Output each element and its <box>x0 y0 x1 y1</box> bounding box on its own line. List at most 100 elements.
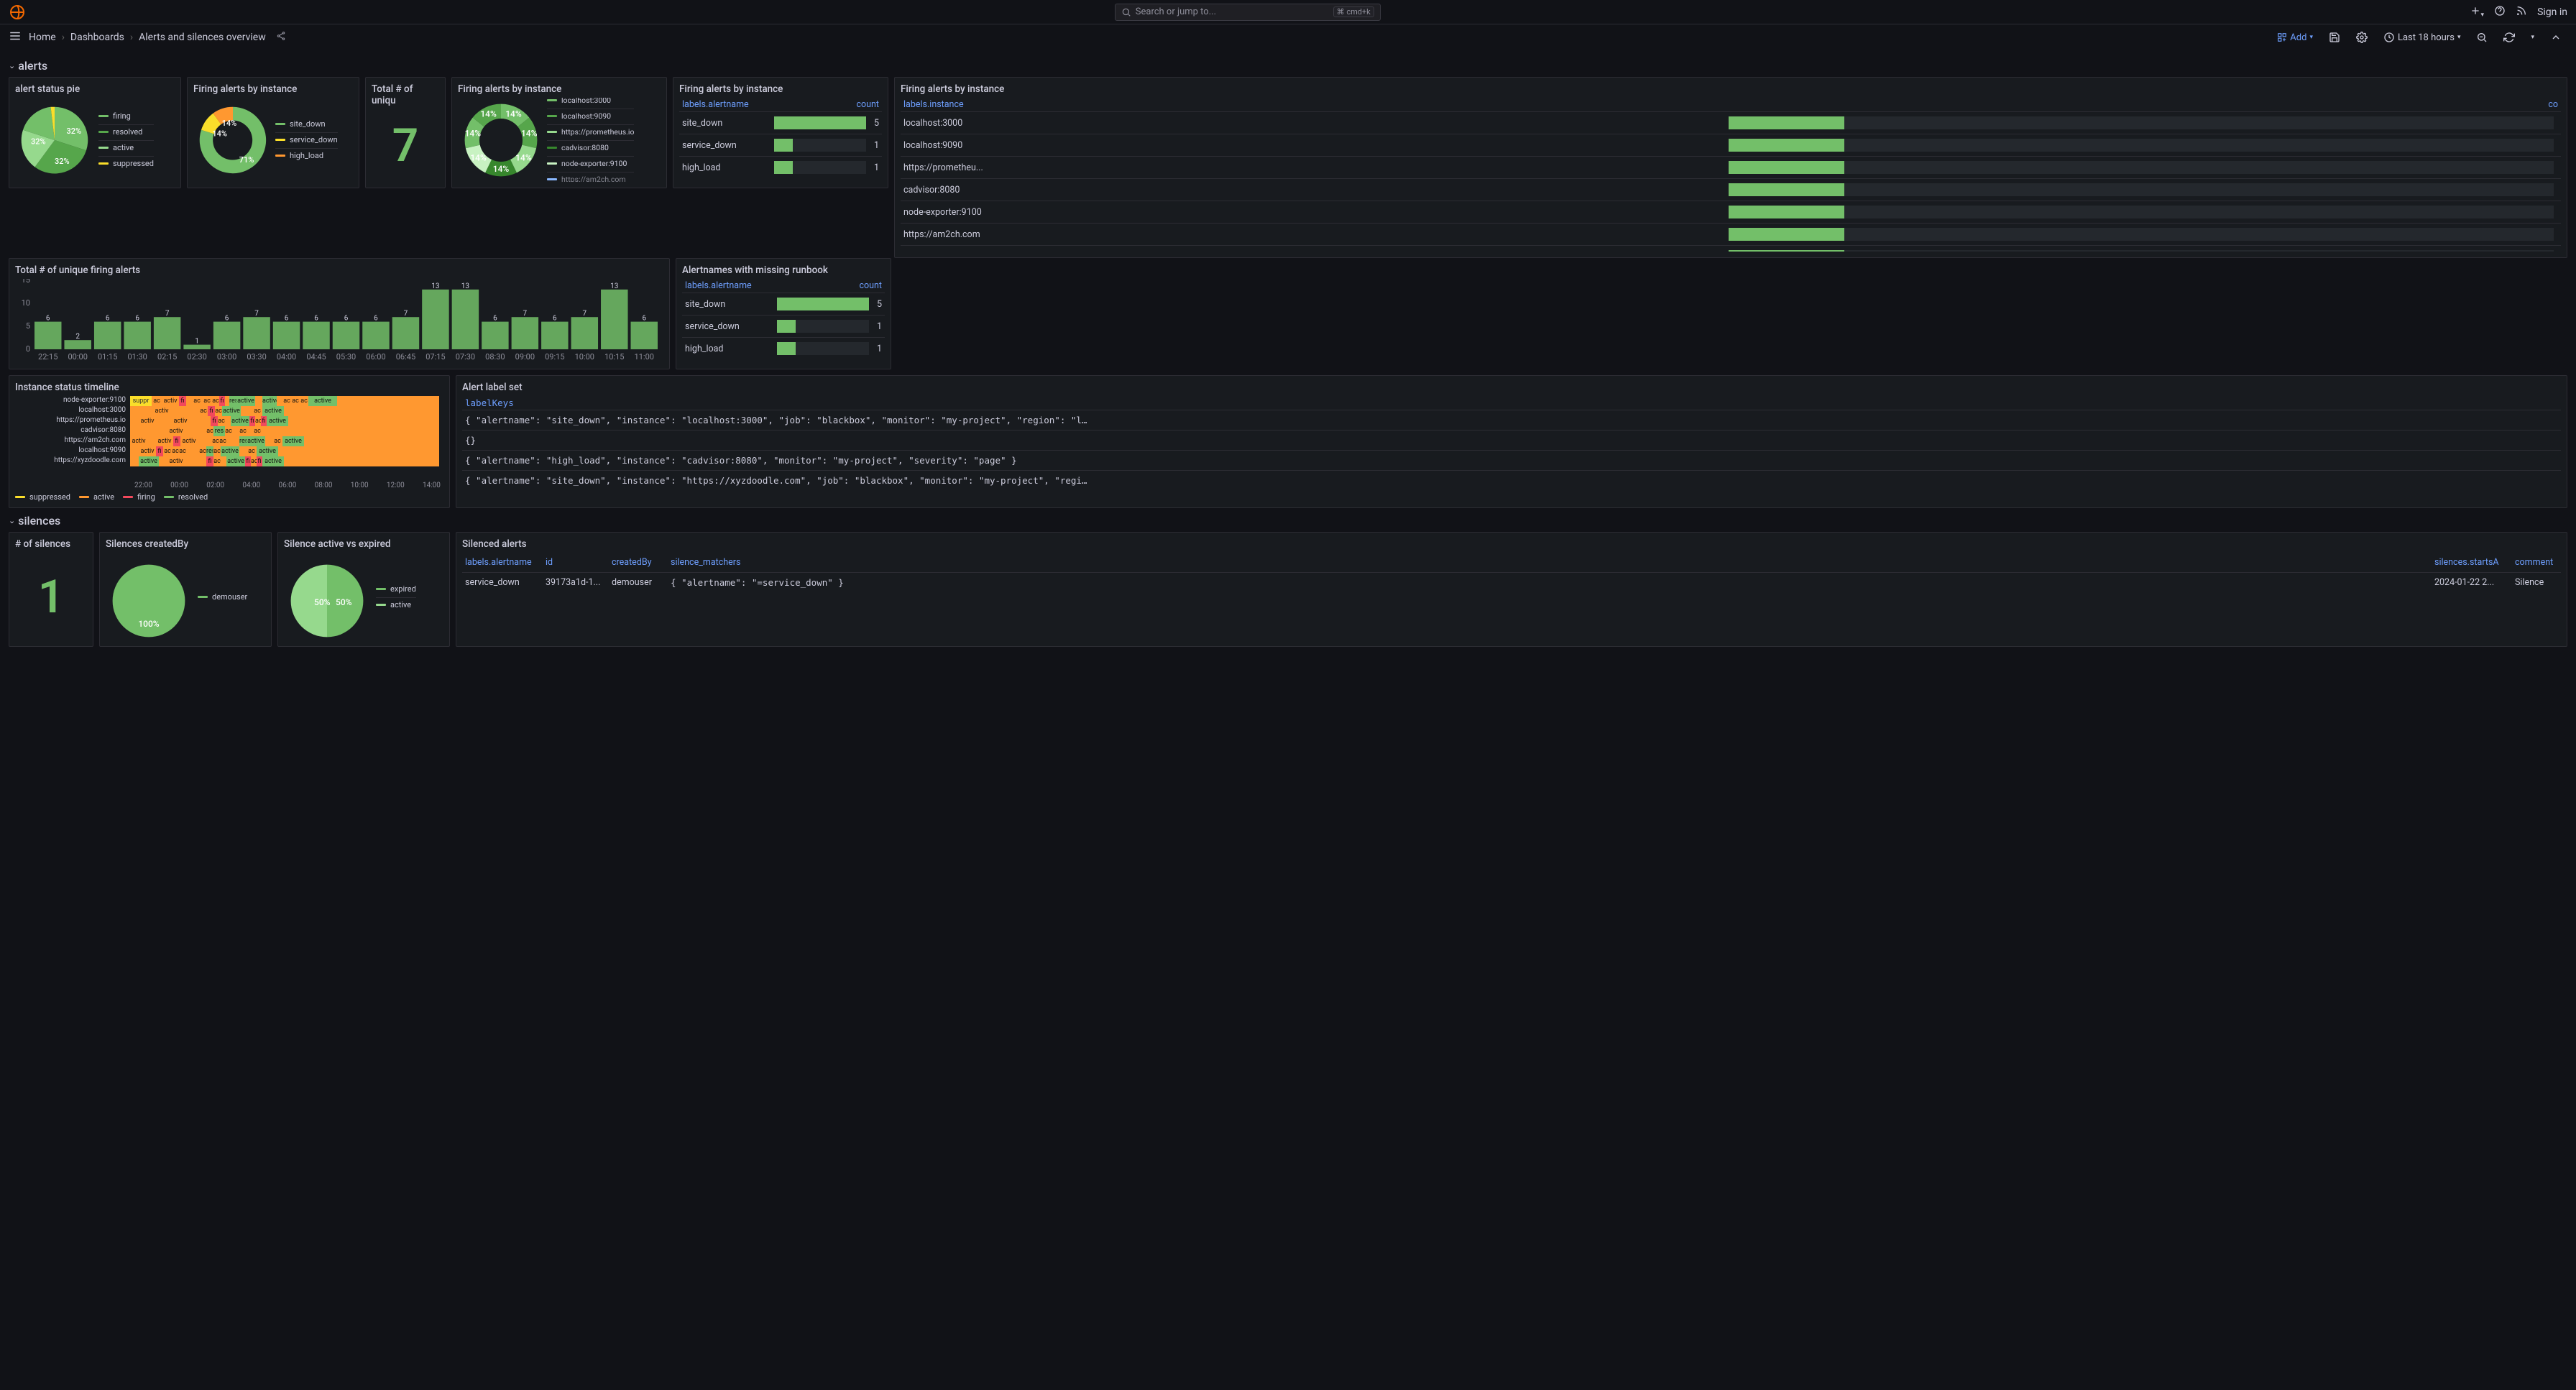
table-row[interactable]: {} <box>462 430 2561 450</box>
panel-firing-donut2[interactable]: Firing alerts by instance 14%14%14%14%14… <box>451 77 667 188</box>
legend-label: node-exporter:9100 <box>561 159 627 168</box>
td-count: 1 <box>873 321 882 332</box>
th[interactable]: id <box>546 557 603 568</box>
timeline-bar[interactable]: activactivfiactivacacresactiveacactive <box>130 436 439 446</box>
svg-text:6: 6 <box>553 315 557 323</box>
table-row[interactable]: site_down 5 <box>679 111 882 134</box>
th-count[interactable]: co <box>2501 99 2558 110</box>
th-count[interactable]: count <box>853 280 882 291</box>
svg-text:2: 2 <box>75 333 80 341</box>
panel-instance-timeline[interactable]: Instance status timeline node-exporter:9… <box>9 375 450 508</box>
td-count: 1 <box>870 140 879 151</box>
svg-text:02:30: 02:30 <box>187 352 206 362</box>
svg-text:10: 10 <box>22 298 30 308</box>
th-alertname[interactable]: labels.alertname <box>682 99 850 110</box>
table-row[interactable]: { "alertname": "site_down", "instance": … <box>462 410 2561 430</box>
refresh-button[interactable] <box>2498 27 2521 47</box>
panel-firing-donut1[interactable]: Firing alerts by instance 71% 14% 14% si… <box>187 77 359 188</box>
timeline-label: node-exporter:9100 <box>15 396 130 404</box>
breadcrumb-current: Alerts and silences overview <box>139 32 266 43</box>
th[interactable]: createdBy <box>612 557 662 568</box>
table-row[interactable]: https://prometheu... <box>901 156 2561 178</box>
panel-firing-table[interactable]: Firing alerts by instance labels.alertna… <box>673 77 888 188</box>
table-row[interactable]: https://xyzdoodle.... <box>901 245 2561 252</box>
search-placeholder: Search or jump to... <box>1136 6 1216 17</box>
th-alertname[interactable]: labels.alertname <box>685 280 853 291</box>
timeline-bar[interactable]: activfiacacacacresacactiveacactive <box>130 446 439 456</box>
section-silences[interactable]: ⌄ silences <box>9 514 2567 528</box>
share-icon[interactable] <box>276 31 286 44</box>
search-icon <box>1121 7 1131 17</box>
refresh-dropdown[interactable]: ▾ <box>2525 27 2540 47</box>
add-button[interactable]: Add ▾ <box>2271 27 2319 47</box>
signin-link[interactable]: Sign in <box>2537 6 2567 18</box>
th[interactable]: silences.startsA <box>2434 557 2506 568</box>
settings-button[interactable] <box>2350 27 2373 47</box>
rss-icon[interactable] <box>2516 5 2527 19</box>
section-alerts[interactable]: ⌄ alerts <box>9 59 2567 73</box>
timeline-bar[interactable]: activacfiacactiveacactive <box>130 406 439 416</box>
svg-text:6: 6 <box>135 315 139 323</box>
panel-silences-by[interactable]: Silences createdBy 100% demouser <box>99 532 272 647</box>
timeline-bar[interactable]: activeactivfiacactivefiacfiactive <box>130 456 439 466</box>
menu-icon[interactable] <box>9 29 22 45</box>
panel-unique-firing-ts[interactable]: Total # of unique firing alerts 05101562… <box>9 258 670 369</box>
svg-text:10:00: 10:00 <box>575 352 594 362</box>
svg-text:04:00: 04:00 <box>277 352 296 362</box>
grafana-logo-icon[interactable] <box>9 4 26 21</box>
table-row[interactable]: cadvisor:8080 <box>901 178 2561 201</box>
panel-total-unique[interactable]: Total # of uniqu 7 <box>365 77 446 188</box>
table-row[interactable]: https://am2ch.com <box>901 223 2561 245</box>
table-row[interactable]: localhost:3000 <box>901 111 2561 134</box>
timeline-bar[interactable]: suppracactivfiacacacfiresactiveactiveaca… <box>130 396 439 406</box>
timeline-bar[interactable]: activacresacacac <box>130 426 439 436</box>
table-row[interactable]: { "alertname": "site_down", "instance": … <box>462 470 2561 490</box>
save-button[interactable] <box>2323 27 2346 47</box>
timeline-label: localhost:9090 <box>15 446 130 454</box>
zoomout-button[interactable] <box>2470 27 2493 47</box>
table-row[interactable]: service_down 1 <box>679 134 882 156</box>
th[interactable]: comment <box>2515 557 2558 568</box>
plus-icon[interactable]: ▾ <box>2470 5 2485 19</box>
panel-silence-active-expired[interactable]: Silence active vs expired 50% 50% expire… <box>277 532 450 647</box>
timerange-button[interactable]: Last 18 hours ▾ <box>2378 27 2466 47</box>
svg-text:03:30: 03:30 <box>247 352 266 362</box>
panel-silenced-alerts[interactable]: Silenced alerts labels.alertname id crea… <box>456 532 2567 647</box>
table-row[interactable]: node-exporter:9100 <box>901 201 2561 223</box>
panel-missing-runbook[interactable]: Alertnames with missing runbook labels.a… <box>676 258 891 369</box>
svg-text:6: 6 <box>46 315 50 323</box>
table-row[interactable]: site_down 5 <box>682 293 885 315</box>
th-labelkeys[interactable]: labelKeys <box>462 396 2561 410</box>
svg-text:7: 7 <box>523 310 528 318</box>
panel-title: Total # of uniqu <box>372 83 439 106</box>
breadcrumb-home[interactable]: Home <box>29 32 56 43</box>
breadcrumb-dashboards[interactable]: Dashboards <box>70 32 124 43</box>
table-row[interactable]: service_down 39173a1d-1... demouser { "a… <box>462 572 2561 592</box>
timeline-label: https://prometheus.io <box>15 416 130 424</box>
panel-firing-table2[interactable]: Firing alerts by instance labels.instanc… <box>894 77 2567 258</box>
th[interactable]: silence_matchers <box>671 557 2426 568</box>
table-row[interactable]: high_load 1 <box>679 156 882 178</box>
panel-label-set[interactable]: Alert label set labelKeys { "alertname":… <box>456 375 2567 508</box>
collapse-button[interactable] <box>2544 27 2567 47</box>
search-input[interactable]: Search or jump to... ⌘ cmd+k <box>1115 4 1381 21</box>
table-row[interactable]: localhost:9090 <box>901 134 2561 156</box>
panel-alert-status-pie[interactable]: alert status pie 32% 32% 32% <box>9 77 181 188</box>
td-count: 1 <box>870 162 879 173</box>
th-instance[interactable]: labels.instance <box>903 99 2501 110</box>
svg-text:14%: 14% <box>521 128 538 138</box>
th[interactable]: labels.alertname <box>465 557 537 568</box>
donut-chart: 14%14%14%14%14%14%14% <box>458 98 544 182</box>
table-row[interactable]: high_load 1 <box>682 337 885 359</box>
panel-title: Silence active vs expired <box>284 538 443 550</box>
timeline-bar[interactable]: activactivfiacactivefiacfiactive <box>130 416 439 426</box>
svg-text:07:30: 07:30 <box>456 352 475 362</box>
table-row[interactable]: service_down 1 <box>682 315 885 337</box>
help-icon[interactable] <box>2494 5 2506 19</box>
svg-text:32%: 32% <box>67 126 82 136</box>
th-count[interactable]: count <box>850 99 879 110</box>
table-row[interactable]: { "alertname": "high_load", "instance": … <box>462 450 2561 470</box>
td-name: high_load <box>685 344 777 354</box>
chevron-down-icon: ⌄ <box>9 516 15 525</box>
panel-num-silences[interactable]: # of silences 1 <box>9 532 93 647</box>
